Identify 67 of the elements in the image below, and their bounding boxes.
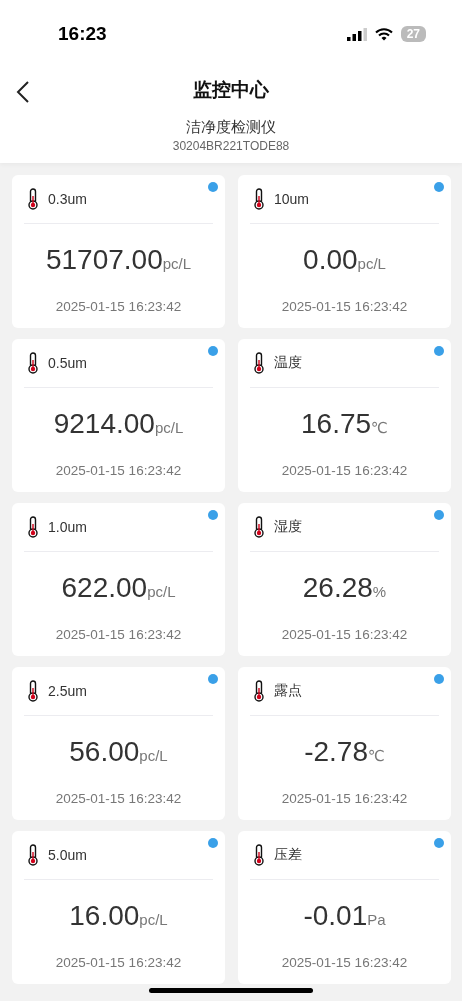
sensor-unit: pc/L (154, 419, 184, 436)
sensor-value: 56.00 (69, 736, 140, 768)
sensor-timestamp: 2025-01-15 16:23:42 (54, 627, 183, 642)
sensor-unit: pc/L (139, 747, 168, 764)
sensor-value: 9214.00 (53, 408, 155, 440)
sensor-value: -0.01 (303, 900, 368, 932)
sensor-label: 压差 (274, 846, 302, 864)
battery-level: 27 (400, 26, 426, 42)
sensor-value: 622.00 (61, 572, 148, 604)
sensor-card[interactable]: 5.0um 16.00pc/L 2025-01-15 16:23:42 (12, 831, 225, 984)
sensor-unit: % (372, 583, 387, 600)
sensor-value: -2.78 (304, 736, 368, 768)
sensor-label: 湿度 (274, 518, 302, 536)
sensor-label: 露点 (274, 682, 302, 700)
page-title: 监控中心 (193, 78, 269, 102)
sensor-timestamp: 2025-01-15 16:23:42 (280, 463, 409, 478)
thermometer-icon (28, 844, 38, 866)
sensor-label: 10um (274, 191, 310, 207)
sensor-unit: pc/L (357, 255, 386, 272)
sensor-value: 16.75 (301, 408, 372, 440)
thermometer-icon (28, 352, 38, 374)
thermometer-icon (254, 188, 264, 210)
sensor-card[interactable]: 0.3um 51707.00pc/L 2025-01-15 16:23:42 (12, 175, 225, 328)
status-time: 16:23 (58, 23, 107, 45)
sensor-timestamp: 2025-01-15 16:23:42 (54, 955, 183, 970)
thermometer-icon (254, 352, 264, 374)
sensor-label: 2.5um (48, 683, 87, 699)
sensor-card[interactable]: 温度 16.75℃ 2025-01-15 16:23:42 (238, 339, 451, 492)
sensor-timestamp: 2025-01-15 16:23:42 (54, 463, 183, 478)
thermometer-icon (254, 516, 264, 538)
sensor-value: 26.28 (302, 572, 373, 604)
signal-icon (346, 27, 367, 41)
thermometer-icon (254, 844, 264, 866)
sensor-card[interactable]: 2.5um 56.00pc/L 2025-01-15 16:23:42 (12, 667, 225, 820)
sensor-label: 1.0um (48, 519, 87, 535)
sensor-label: 温度 (274, 354, 302, 372)
sensor-card[interactable]: 0.5um 9214.00pc/L 2025-01-15 16:23:42 (12, 339, 225, 492)
sensor-timestamp: 2025-01-15 16:23:42 (54, 791, 183, 806)
sensor-unit: pc/L (147, 583, 176, 600)
sensor-value: 0.00 (303, 244, 358, 276)
sensor-unit: pc/L (139, 911, 168, 928)
thermometer-icon (254, 680, 264, 702)
sensor-unit: ℃ (368, 747, 385, 765)
sensor-card[interactable]: 10um 0.00pc/L 2025-01-15 16:23:42 (238, 175, 451, 328)
wifi-icon (374, 27, 393, 41)
sensor-timestamp: 2025-01-15 16:23:42 (280, 627, 409, 642)
sensor-card[interactable]: 1.0um 622.00pc/L 2025-01-15 16:23:42 (12, 503, 225, 656)
thermometer-icon (28, 680, 38, 702)
sensor-card[interactable]: 露点 -2.78℃ 2025-01-15 16:23:42 (238, 667, 451, 820)
sensor-timestamp: 2025-01-15 16:23:42 (54, 299, 183, 314)
sensor-timestamp: 2025-01-15 16:23:42 (280, 299, 409, 314)
sensor-value: 16.00 (69, 900, 140, 932)
device-serial: 30204BR221TODE88 (172, 139, 290, 153)
sensor-label: 0.3um (48, 191, 87, 207)
sensor-card[interactable]: 湿度 26.28% 2025-01-15 16:23:42 (238, 503, 451, 656)
sensor-label: 0.5um (48, 355, 87, 371)
sensor-value: 51707.00 (45, 244, 163, 276)
sensor-label: 5.0um (48, 847, 87, 863)
sensor-unit: ℃ (371, 419, 388, 437)
sensor-unit: pc/L (162, 255, 192, 272)
device-name: 洁净度检测仪 (186, 118, 276, 137)
sensor-timestamp: 2025-01-15 16:23:42 (280, 791, 409, 806)
thermometer-icon (28, 516, 38, 538)
sensor-card[interactable]: 压差 -0.01Pa 2025-01-15 16:23:42 (238, 831, 451, 984)
sensor-unit: Pa (367, 911, 386, 928)
sensor-timestamp: 2025-01-15 16:23:42 (280, 955, 409, 970)
thermometer-icon (28, 188, 38, 210)
